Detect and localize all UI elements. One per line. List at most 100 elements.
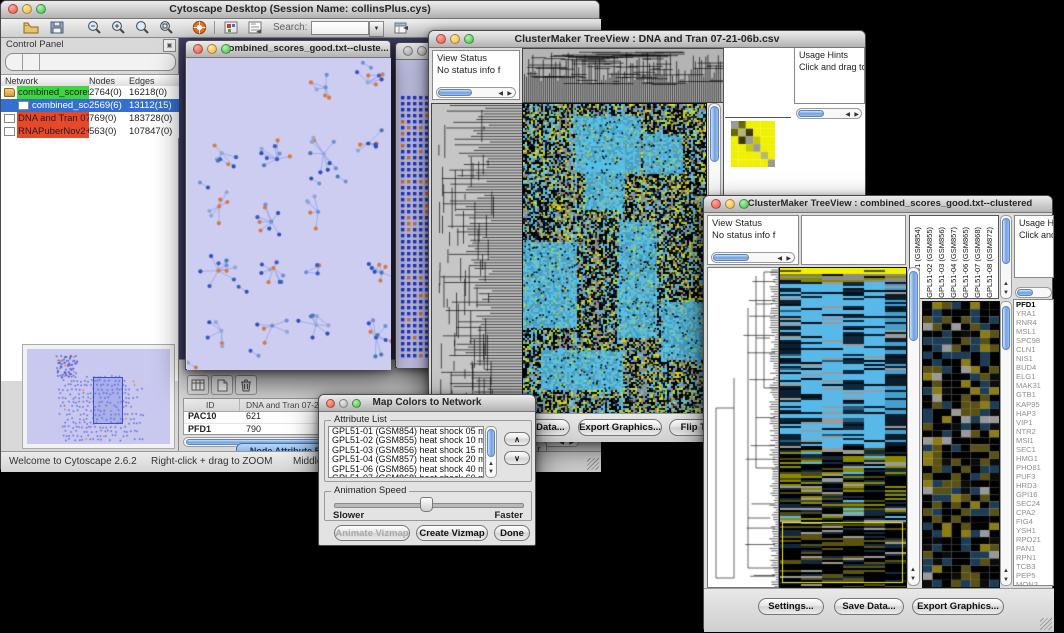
minimize-button[interactable] [339, 399, 348, 408]
minimize-button[interactable] [450, 34, 460, 44]
save-session-button[interactable] [47, 19, 67, 36]
move-attribute-down-button[interactable]: ∨ [504, 451, 530, 465]
network-table-row[interactable]: DNA and Tran 07 769(0) 183728(0) [1, 112, 179, 125]
main-titlebar[interactable]: Cytoscape Desktop (Session Name: collins… [1, 1, 599, 19]
tv2-usage-hscrollbar[interactable] [1015, 287, 1052, 298]
tv2-column-dendrogram-area[interactable] [801, 215, 906, 265]
move-attribute-up-button[interactable]: ∧ [504, 432, 530, 446]
tv1-column-dendrogram[interactable] [522, 48, 724, 103]
overview-viewport-rect[interactable] [93, 377, 123, 424]
zoom-button[interactable] [739, 199, 749, 209]
create-vizmap-button[interactable]: Create Vizmap [416, 525, 488, 541]
gene-label[interactable]: VIP1 [1014, 418, 1053, 427]
treeview1-titlebar[interactable]: ClusterMaker TreeView : DNA and Tran 07-… [429, 31, 865, 48]
gene-label[interactable]: PUF3 [1014, 472, 1053, 481]
gene-label[interactable]: PAN1 [1014, 544, 1053, 553]
gene-label[interactable]: RNR4 [1014, 318, 1053, 327]
open-session-button[interactable] [21, 19, 41, 36]
tv1-usage-hscrollbar[interactable]: ◀ ▶ [796, 108, 862, 119]
zoom-out-button[interactable] [84, 19, 104, 36]
tv1-export-graphics-button[interactable]: Export Graphics... [578, 419, 662, 436]
gene-label[interactable]: MAK31 [1014, 381, 1053, 390]
gene-label[interactable]: MON2 [1014, 580, 1053, 586]
tv2-resize-grip[interactable] [1040, 618, 1052, 630]
zoom-button[interactable] [352, 399, 361, 408]
gene-label[interactable]: SEC24 [1014, 499, 1053, 508]
gene-label[interactable]: PEP5 [1014, 571, 1053, 580]
tv2-column-label[interactable]: GPL51-04 (GSM857) [948, 227, 959, 298]
network1-canvas[interactable] [187, 58, 391, 370]
tv1-status-hscrollbar[interactable]: ◀ ▶ [436, 87, 516, 98]
tv1-zoom-heatmap[interactable] [731, 121, 775, 167]
zoom-selected-button[interactable] [132, 19, 152, 36]
window-resize-grip[interactable] [587, 458, 599, 470]
done-button[interactable]: Done [494, 525, 530, 541]
gene-label[interactable]: NTR2 [1014, 427, 1053, 436]
minimize-button[interactable] [417, 46, 427, 56]
tv2-column-label[interactable]: GPL51-02 (GSM855) [924, 227, 935, 298]
control-panel-tab[interactable] [6, 54, 23, 70]
gene-label[interactable]: PFD1 [1014, 300, 1053, 309]
tv2-settings-button[interactable]: Settings... [758, 598, 824, 615]
minimize-button[interactable] [207, 44, 217, 54]
close-button[interactable] [711, 199, 721, 209]
close-button[interactable] [326, 399, 335, 408]
gene-label[interactable]: MSI1 [1014, 436, 1053, 445]
close-button[interactable] [8, 4, 18, 14]
tv2-save-data-button[interactable]: Save Data... [834, 598, 904, 615]
tv2-column-label[interactable]: GPL51-03 (GSM856) [936, 227, 947, 298]
col-network[interactable]: Network [5, 76, 38, 86]
search-input[interactable] [311, 21, 369, 35]
tv2-global-heatmap[interactable] [779, 267, 907, 588]
gene-label[interactable]: RPO21 [1014, 535, 1053, 544]
gene-label[interactable]: HAP3 [1014, 409, 1053, 418]
attribute-list-vscrollbar[interactable]: ▲ ▼ [485, 426, 497, 478]
gene-label[interactable]: MSL1 [1014, 327, 1053, 336]
control-panel-tab[interactable] [40, 54, 56, 70]
attribute-list-item[interactable]: GPL51-07 (GSM868) heat shock 60 min [329, 474, 483, 478]
id-column-header[interactable]: ID [206, 400, 215, 410]
vizmap-icon-button[interactable] [221, 19, 241, 36]
gene-label[interactable]: YSH1 [1014, 526, 1053, 535]
network-table-row[interactable]: RNAPuberNov2+| 563(0) 107847(0) [1, 125, 179, 138]
help-icon[interactable] [189, 19, 209, 36]
gene-label[interactable]: HMG1 [1014, 454, 1053, 463]
close-button[interactable] [436, 34, 446, 44]
float-panel-icon[interactable]: ▣ [163, 39, 176, 52]
gene-label[interactable]: TCB3 [1014, 562, 1053, 571]
gene-label[interactable]: ELG1 [1014, 372, 1053, 381]
control-panel-tab[interactable] [23, 54, 40, 70]
zoom-button[interactable] [464, 34, 474, 44]
tv2-labels-vscrollbar[interactable]: ▲ ▼ [1000, 215, 1012, 299]
gene-label[interactable]: BUD4 [1014, 363, 1053, 372]
treeview2-titlebar[interactable]: ClusterMaker TreeView : combined_scores_… [704, 196, 1052, 213]
gene-label[interactable]: KAP95 [1014, 400, 1053, 409]
gene-label[interactable]: GTB1 [1014, 390, 1053, 399]
gene-label[interactable]: SEC1 [1014, 445, 1053, 454]
tv2-column-label[interactable]: GPL51-06 (GSM865) [960, 227, 971, 298]
tv2-genes-vscrollbar[interactable]: ▲ ▼ [1000, 301, 1012, 586]
zoom-button[interactable] [221, 44, 231, 54]
attribute-browser-icon-button[interactable] [391, 19, 411, 36]
tv1-global-heatmap[interactable] [522, 103, 707, 416]
network-table-row[interactable]: combined_sco 2569(6) 13112(15) [1, 99, 179, 112]
close-button[interactable] [403, 46, 413, 56]
col-edges[interactable]: Edges [129, 76, 155, 86]
gene-label[interactable]: NIS1 [1014, 354, 1053, 363]
zoom-fit-button[interactable] [156, 19, 176, 36]
network1-titlebar[interactable]: combined_scores_good.txt--cluste... [186, 41, 390, 58]
dialog-titlebar[interactable]: Map Colors to Network [319, 395, 535, 412]
delete-attribute-icon-button[interactable] [235, 375, 257, 395]
zoom-button[interactable] [36, 4, 46, 14]
gene-label[interactable]: CPA2 [1014, 508, 1053, 517]
tv2-heatmap-vscrollbar[interactable]: ▲ ▼ [907, 267, 920, 586]
attribute-select-icon-button[interactable] [187, 375, 209, 395]
gene-label[interactable]: PHO81 [1014, 463, 1053, 472]
gene-label[interactable]: HRD3 [1014, 481, 1053, 490]
zoom-in-button[interactable] [108, 19, 128, 36]
gene-label[interactable]: GPI16 [1014, 490, 1053, 499]
animate-vizmap-button[interactable]: Animate Vizmap [334, 525, 410, 541]
tv1-row-dendrogram[interactable] [431, 103, 523, 416]
search-dropdown-button[interactable]: ▼ [369, 21, 384, 37]
create-attribute-icon-button[interactable] [211, 375, 233, 395]
